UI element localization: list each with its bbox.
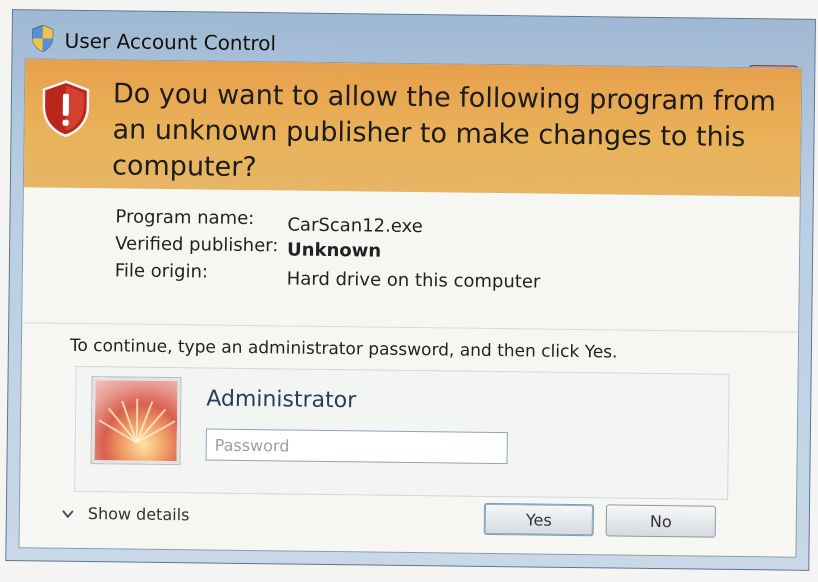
- credential-tile[interactable]: Administrator: [74, 365, 730, 500]
- detail-label: Program name:: [115, 206, 255, 230]
- show-details-toggle[interactable]: Show details: [62, 504, 190, 525]
- warning-shield-icon: [42, 80, 90, 138]
- publisher-value: Unknown: [286, 239, 382, 262]
- divider: [22, 322, 799, 333]
- window-title: User Account Control: [64, 28, 277, 56]
- detail-label: File origin:: [114, 260, 209, 283]
- uac-shield-icon: [32, 24, 54, 53]
- title-bar: User Account Control: [12, 10, 815, 66]
- yes-button[interactable]: Yes: [483, 502, 595, 537]
- show-details-label: Show details: [87, 504, 190, 525]
- program-name-value: CarScan12.exe: [287, 214, 423, 238]
- uac-question: Do you want to allow the following progr…: [111, 78, 777, 184]
- detail-label: Verified publisher:: [115, 233, 279, 257]
- dialog-footer: Show details Yes No: [19, 489, 796, 556]
- user-avatar: [91, 377, 181, 465]
- uac-dialog: User Account Control ✕ Do you want to al…: [5, 9, 816, 571]
- user-name: Administrator: [206, 386, 357, 414]
- password-prompt: To continue, type an administrator passw…: [69, 335, 618, 363]
- no-button[interactable]: No: [605, 504, 717, 538]
- password-input[interactable]: [205, 428, 508, 465]
- file-origin-value: Hard drive on this computer: [286, 268, 541, 293]
- warning-banner: Do you want to allow the following progr…: [23, 59, 802, 197]
- dialog-body: Do you want to allow the following progr…: [18, 58, 803, 558]
- program-details: Program name: CarScan12.exe Verified pub…: [115, 206, 541, 292]
- chevron-down-icon: [62, 509, 74, 518]
